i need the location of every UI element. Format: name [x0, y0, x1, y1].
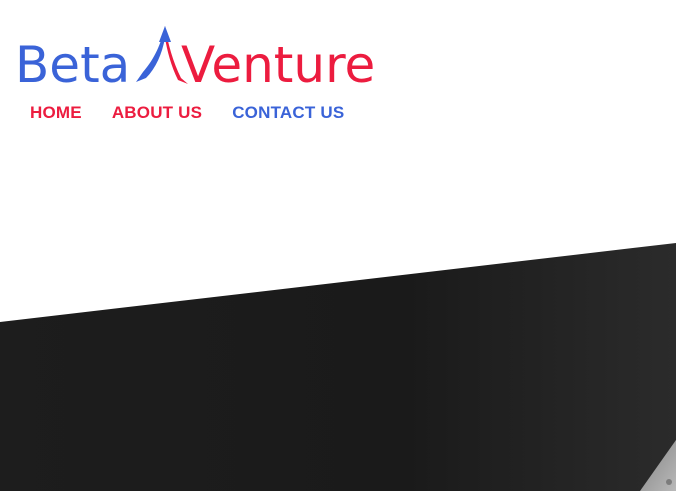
logo-text-venture: Venture [181, 36, 375, 88]
beta-venture-logo[interactable]: Beta Venture [15, 22, 390, 88]
logo-graphic: Beta Venture [15, 26, 375, 88]
hero-corner-shape [640, 440, 676, 491]
nav-home-link[interactable]: HOME [30, 102, 82, 124]
nav-about-us-link[interactable]: ABOUT US [112, 102, 202, 124]
logo-text-beta: Beta [15, 36, 130, 88]
page: Beta Venture HOME ABOUT US CONTACT US [0, 0, 676, 491]
nav-contact-us-link[interactable]: CONTACT US [232, 102, 344, 124]
main-nav: HOME ABOUT US CONTACT US [30, 102, 344, 124]
